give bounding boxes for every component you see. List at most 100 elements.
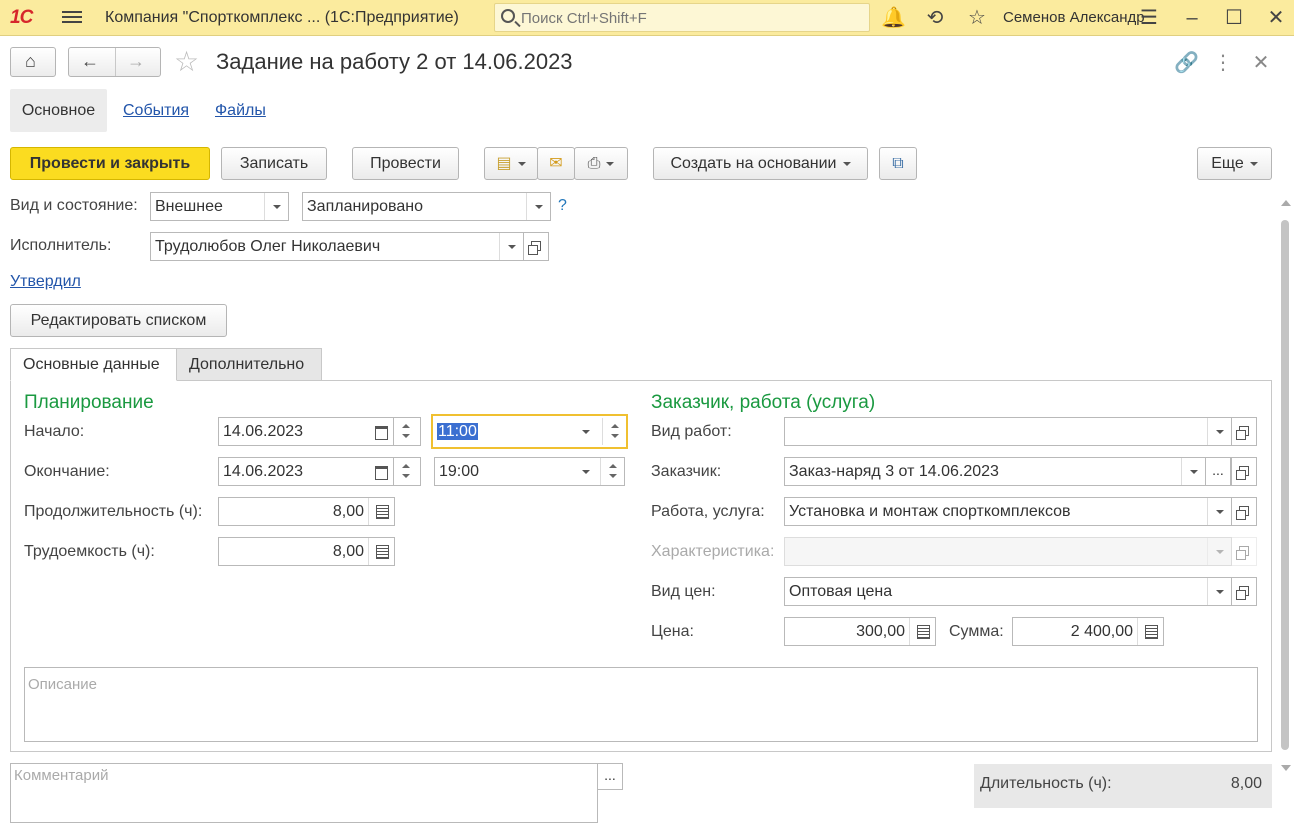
maximize-icon[interactable]: ☐: [1222, 6, 1246, 30]
tab-events[interactable]: События: [123, 89, 189, 132]
chevron-down-icon[interactable]: [1207, 418, 1231, 445]
start-time-field[interactable]: 11:00: [431, 414, 628, 449]
edit-as-list-button[interactable]: Редактировать списком: [10, 304, 227, 337]
forward-icon[interactable]: →: [127, 51, 145, 72]
post-and-close-button[interactable]: Провести и закрыть: [10, 147, 210, 180]
open-executor-button[interactable]: [523, 232, 549, 261]
executor-value: Трудолюбов Олег Николаевич: [155, 238, 381, 255]
approved-link[interactable]: Утвердил: [10, 273, 81, 291]
scroll-thumb[interactable]: [1281, 220, 1289, 750]
start-date-spinner[interactable]: [393, 417, 421, 446]
menu-icon[interactable]: [62, 8, 82, 28]
spinner-icon[interactable]: [394, 418, 420, 445]
post-button[interactable]: Провести: [352, 147, 459, 180]
customer-label: Заказчик:: [651, 463, 722, 480]
chevron-down-icon[interactable]: [1181, 458, 1205, 485]
calendar-icon[interactable]: [369, 418, 393, 445]
search-box[interactable]: [494, 3, 870, 32]
start-date-value: 14.06.2023: [223, 423, 304, 440]
end-time-field[interactable]: 19:00: [434, 457, 625, 486]
history-icon[interactable]: ⟲: [923, 6, 947, 30]
help-icon[interactable]: ?: [558, 197, 567, 215]
executor-select[interactable]: Трудолюбов Олег Николаевич: [150, 232, 524, 261]
home-icon: ⌂: [25, 51, 36, 71]
select-customer-button[interactable]: ...: [1205, 457, 1231, 486]
structure-button[interactable]: ⧉: [879, 147, 917, 180]
comment-expand-button[interactable]: ...: [597, 763, 623, 790]
email-button[interactable]: ✉: [537, 147, 575, 180]
ellipsis-icon: ...: [1212, 462, 1224, 478]
kind-state-label: Вид и состояние:: [10, 197, 138, 214]
price-type-select[interactable]: Оптовая цена: [784, 577, 1232, 606]
spinner-icon[interactable]: [600, 458, 624, 485]
open-service-button[interactable]: [1231, 497, 1257, 526]
calculator-icon[interactable]: [368, 498, 394, 525]
service-value: Установка и монтаж спорткомплексов: [789, 503, 1071, 520]
chevron-down-icon[interactable]: [526, 193, 550, 220]
scrollbar[interactable]: [1280, 200, 1292, 826]
save-button[interactable]: Записать: [221, 147, 327, 180]
tab-main-data[interactable]: Основные данные: [10, 348, 177, 381]
scroll-down-icon[interactable]: [1281, 765, 1291, 771]
tab-additional[interactable]: Дополнительно: [176, 348, 322, 381]
spinner-icon[interactable]: [394, 458, 420, 485]
calculator-icon[interactable]: [1137, 618, 1163, 645]
open-customer-button[interactable]: [1231, 457, 1257, 486]
link-icon[interactable]: 🔗: [1174, 50, 1199, 75]
spinner-icon[interactable]: [602, 418, 626, 445]
title-bar: 1С Компания "Спорткомплекс ... (1С:Предп…: [0, 0, 1294, 36]
footer-summary: Длительность (ч): 8,00: [974, 764, 1272, 808]
start-date-field[interactable]: 14.06.2023: [218, 417, 394, 446]
sum-field[interactable]: 2 400,00: [1012, 617, 1164, 646]
chevron-down-icon[interactable]: [1207, 498, 1231, 525]
settings-icon[interactable]: ☰: [1137, 6, 1161, 30]
more-button[interactable]: Еще: [1197, 147, 1272, 180]
chevron-down-icon[interactable]: [574, 458, 598, 485]
more-vert-icon[interactable]: ⋮: [1211, 50, 1235, 75]
description-textarea[interactable]: Описание: [24, 667, 1258, 742]
labor-field[interactable]: 8,00: [218, 537, 395, 566]
service-label: Работа, услуга:: [651, 503, 765, 520]
create-based-on-button[interactable]: Создать на основании: [653, 147, 868, 180]
close-window-icon[interactable]: ✕: [1264, 6, 1288, 30]
print-button[interactable]: ⎙: [574, 147, 628, 180]
printer-icon: ⎙: [587, 155, 601, 172]
chevron-down-icon[interactable]: [264, 193, 288, 220]
start-time-value: 11:00: [437, 423, 478, 440]
attach-button[interactable]: ▤: [484, 147, 538, 180]
chevron-down-icon[interactable]: [574, 418, 598, 445]
calculator-icon[interactable]: [368, 538, 394, 565]
tab-main[interactable]: Основное: [10, 89, 107, 132]
scroll-up-icon[interactable]: [1281, 200, 1291, 206]
customer-select[interactable]: Заказ-наряд 3 от 14.06.2023: [784, 457, 1206, 486]
kind-value: Внешнее: [155, 198, 223, 215]
user-name[interactable]: Семенов Александр: [1003, 9, 1145, 26]
state-select[interactable]: Запланировано: [302, 192, 551, 221]
tab-files[interactable]: Файлы: [215, 89, 266, 132]
search-input[interactable]: [521, 7, 861, 29]
end-date-spinner[interactable]: [393, 457, 421, 486]
price-field[interactable]: 300,00: [784, 617, 936, 646]
close-icon[interactable]: ✕: [1249, 50, 1273, 75]
home-button[interactable]: ⌂: [10, 47, 56, 77]
open-characteristic-button: [1231, 537, 1257, 566]
chevron-down-icon[interactable]: [1207, 578, 1231, 605]
work-type-select[interactable]: [784, 417, 1232, 446]
comment-textarea[interactable]: Комментарий: [10, 763, 598, 823]
bell-icon[interactable]: 🔔: [881, 6, 906, 30]
open-icon: [1236, 586, 1249, 600]
open-price-type-button[interactable]: [1231, 577, 1257, 606]
kind-select[interactable]: Внешнее: [150, 192, 289, 221]
end-date-field[interactable]: 14.06.2023: [218, 457, 394, 486]
calendar-icon[interactable]: [369, 458, 393, 485]
chevron-down-icon[interactable]: [499, 233, 523, 260]
favorite-star-icon[interactable]: ☆: [174, 47, 199, 77]
star-icon[interactable]: ☆: [965, 6, 989, 30]
minimize-icon[interactable]: –: [1180, 6, 1204, 30]
duration-field[interactable]: 8,00: [218, 497, 395, 526]
calculator-icon[interactable]: [909, 618, 935, 645]
characteristic-label: Характеристика:: [651, 543, 775, 560]
open-work-type-button[interactable]: [1231, 417, 1257, 446]
service-select[interactable]: Установка и монтаж спорткомплексов: [784, 497, 1232, 526]
back-icon[interactable]: ←: [81, 51, 99, 72]
